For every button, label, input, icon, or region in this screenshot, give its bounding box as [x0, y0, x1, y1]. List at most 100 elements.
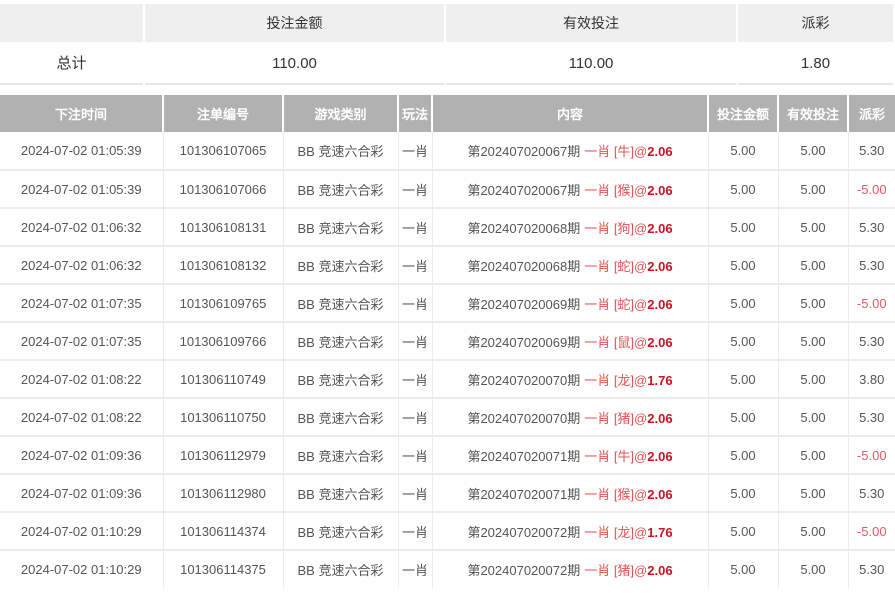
content-cell: 第202407020067期一肖 [猴]@2.06 — [432, 170, 708, 208]
content-cell: 第202407020069期一肖 [鼠]@2.06 — [432, 322, 708, 360]
payout-cell: 5.30 — [848, 474, 895, 512]
content-cell: 第202407020068期一肖 [蛇]@2.06 — [432, 246, 708, 284]
column-header-bet-amount: 投注金额 — [708, 95, 778, 132]
game-category-cell: BB 竞速六合彩 — [283, 360, 398, 398]
order-id-cell: 101306114374 — [163, 512, 283, 550]
bet-amount-cell: 5.00 — [708, 436, 778, 474]
content-odds: 2.06 — [647, 183, 672, 198]
game-category-cell: BB 竞速六合彩 — [283, 208, 398, 246]
content-period: 第202407020067期 — [467, 183, 580, 198]
order-id-cell: 101306109766 — [163, 322, 283, 360]
order-id-cell: 101306112980 — [163, 474, 283, 512]
game-category-cell: BB 竞速六合彩 — [283, 284, 398, 322]
order-id-cell: 101306112979 — [163, 436, 283, 474]
content-pick: 一肖 [狗]@ — [584, 221, 647, 236]
payout-cell: 5.30 — [848, 550, 895, 588]
content-odds: 2.06 — [647, 563, 672, 578]
play-type-cell: 一肖 — [398, 284, 432, 322]
payout-cell: -5.00 — [848, 284, 895, 322]
content-cell: 第202407020070期一肖 [猪]@2.06 — [432, 398, 708, 436]
payout-cell: 5.30 — [848, 246, 895, 284]
content-pick: 一肖 [牛]@ — [584, 144, 647, 159]
bet-amount-cell: 5.00 — [708, 398, 778, 436]
content-cell: 第202407020068期一肖 [狗]@2.06 — [432, 208, 708, 246]
bet-time-cell: 2024-07-02 01:09:36 — [0, 474, 163, 512]
content-pick: 一肖 [猪]@ — [584, 411, 647, 426]
valid-bet-cell: 5.00 — [778, 284, 848, 322]
content-odds: 1.76 — [647, 525, 672, 540]
game-category-cell: BB 竞速六合彩 — [283, 322, 398, 360]
content-period: 第202407020069期 — [467, 335, 580, 350]
content-period: 第202407020071期 — [467, 449, 580, 464]
bet-time-cell: 2024-07-02 01:05:39 — [0, 132, 163, 170]
valid-bet-cell: 5.00 — [778, 512, 848, 550]
summary-header-bet-amount: 投注金额 — [145, 4, 444, 42]
play-type-cell: 一肖 — [398, 208, 432, 246]
table-row: 2024-07-02 01:09:36 101306112979 BB 竞速六合… — [0, 436, 895, 474]
summary-header-payout: 派彩 — [738, 4, 893, 42]
order-id-cell: 101306114375 — [163, 550, 283, 588]
column-header-order-id: 注单编号 — [163, 95, 283, 132]
order-id-cell: 101306109765 — [163, 284, 283, 322]
content-pick: 一肖 [蛇]@ — [584, 297, 647, 312]
content-pick: 一肖 [猪]@ — [584, 563, 647, 578]
play-type-cell: 一肖 — [398, 246, 432, 284]
content-period: 第202407020068期 — [467, 259, 580, 274]
content-odds: 2.06 — [647, 144, 672, 159]
bet-time-cell: 2024-07-02 01:08:22 — [0, 360, 163, 398]
bet-time-cell: 2024-07-02 01:06:32 — [0, 246, 163, 284]
bet-time-cell: 2024-07-02 01:10:29 — [0, 512, 163, 550]
content-period: 第202407020072期 — [467, 563, 580, 578]
column-header-play-type: 玩法 — [398, 95, 432, 132]
payout-cell: 5.30 — [848, 322, 895, 360]
valid-bet-cell: 5.00 — [778, 436, 848, 474]
bet-amount-cell: 5.00 — [708, 208, 778, 246]
payout-cell: 5.30 — [848, 132, 895, 170]
column-header-bet-time: 下注时间 — [0, 95, 163, 132]
game-category-cell: BB 竞速六合彩 — [283, 398, 398, 436]
order-id-cell: 101306110750 — [163, 398, 283, 436]
table-row: 2024-07-02 01:10:29 101306114375 BB 竞速六合… — [0, 550, 895, 588]
content-odds: 2.06 — [647, 487, 672, 502]
table-header-row: 下注时间 注单编号 游戏类别 玩法 内容 投注金额 有效投注 派彩 — [0, 95, 895, 132]
content-cell: 第202407020067期一肖 [牛]@2.06 — [432, 132, 708, 170]
column-header-payout: 派彩 — [848, 95, 895, 132]
content-pick: 一肖 [猴]@ — [584, 487, 647, 502]
content-pick: 一肖 [龙]@ — [584, 373, 647, 388]
content-cell: 第202407020072期一肖 [龙]@1.76 — [432, 512, 708, 550]
game-category-cell: BB 竞速六合彩 — [283, 512, 398, 550]
content-pick: 一肖 [牛]@ — [584, 449, 647, 464]
content-period: 第202407020067期 — [467, 144, 580, 159]
content-cell: 第202407020069期一肖 [蛇]@2.06 — [432, 284, 708, 322]
column-header-content: 内容 — [432, 95, 708, 132]
play-type-cell: 一肖 — [398, 170, 432, 208]
play-type-cell: 一肖 — [398, 322, 432, 360]
bet-amount-cell: 5.00 — [708, 132, 778, 170]
summary-total-bet-amount: 110.00 — [145, 42, 444, 85]
table-row: 2024-07-02 01:10:29 101306114374 BB 竞速六合… — [0, 512, 895, 550]
summary-total-label: 总计 — [0, 42, 143, 85]
bet-amount-cell: 5.00 — [708, 360, 778, 398]
bet-time-cell: 2024-07-02 01:08:22 — [0, 398, 163, 436]
valid-bet-cell: 5.00 — [778, 322, 848, 360]
summary-header-valid-bet: 有效投注 — [446, 4, 736, 42]
payout-cell: -5.00 — [848, 170, 895, 208]
content-odds: 2.06 — [647, 449, 672, 464]
content-odds: 2.06 — [647, 259, 672, 274]
valid-bet-cell: 5.00 — [778, 360, 848, 398]
valid-bet-cell: 5.00 — [778, 208, 848, 246]
bet-amount-cell: 5.00 — [708, 474, 778, 512]
bet-time-cell: 2024-07-02 01:05:39 — [0, 170, 163, 208]
order-id-cell: 101306110749 — [163, 360, 283, 398]
content-period: 第202407020071期 — [467, 487, 580, 502]
table-row: 2024-07-02 01:06:32 101306108132 BB 竞速六合… — [0, 246, 895, 284]
payout-cell: -5.00 — [848, 512, 895, 550]
payout-cell: 3.80 — [848, 360, 895, 398]
content-pick: 一肖 [猴]@ — [584, 183, 647, 198]
content-period: 第202407020072期 — [467, 525, 580, 540]
table-row: 2024-07-02 01:07:35 101306109766 BB 竞速六合… — [0, 322, 895, 360]
content-odds: 2.06 — [647, 221, 672, 236]
payout-cell: -5.00 — [848, 436, 895, 474]
bet-time-cell: 2024-07-02 01:10:29 — [0, 550, 163, 588]
bet-records-table: 下注时间 注单编号 游戏类别 玩法 内容 投注金额 有效投注 派彩 2024-0… — [0, 95, 895, 588]
